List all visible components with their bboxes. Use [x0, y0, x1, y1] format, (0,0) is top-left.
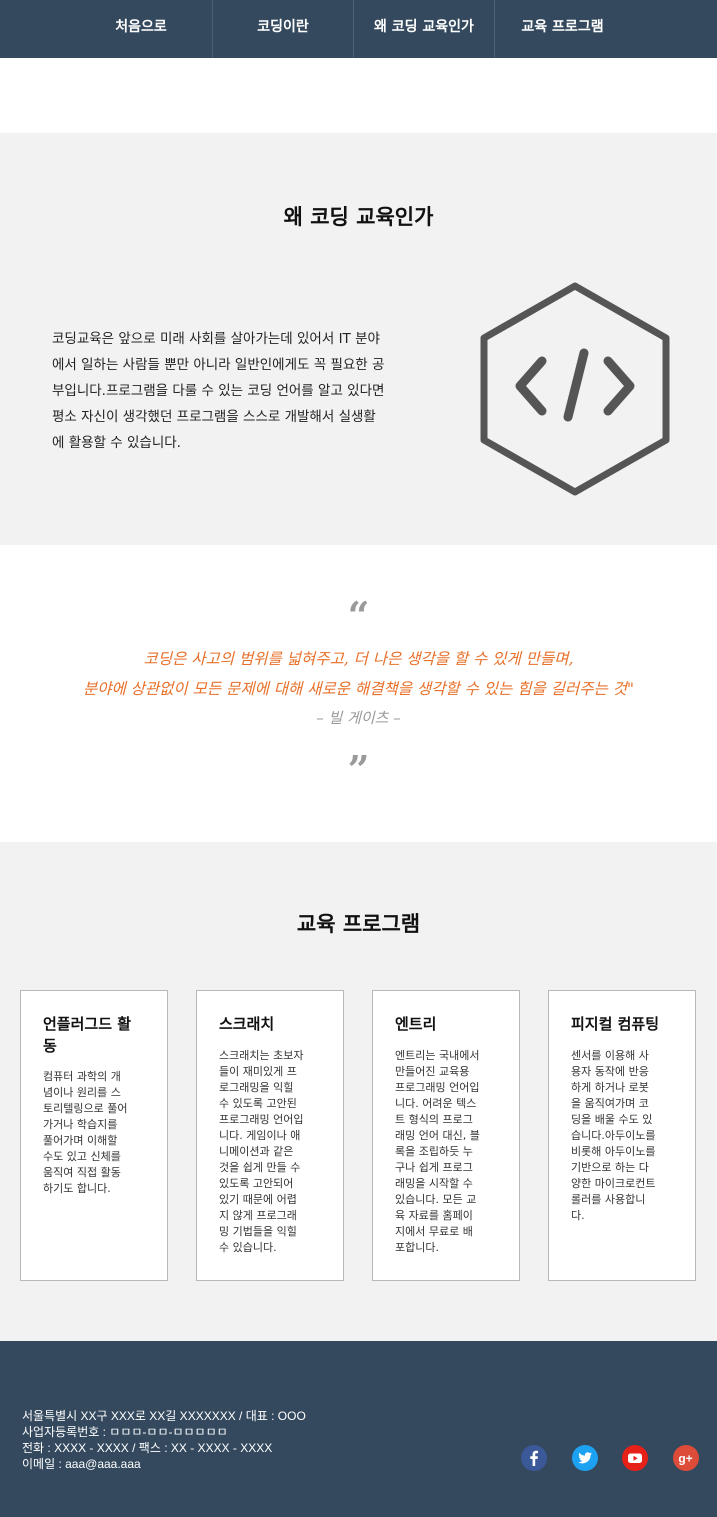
section-title: 교육 프로그램	[296, 912, 421, 936]
card-description: 센서를 이용해 사 용자 동작에 반응 하게 하거나 로봇 을 움직여가며 코 …	[571, 1048, 677, 1224]
footer-email: 이메일 : aaa@aaa.aaa	[22, 1457, 141, 1471]
card-title-line: 언플러그드 활	[43, 1015, 132, 1033]
quote-text-line: 코딩은 사고의 범위를 넓혀주고, 더 나은 생각을 할 수 있게 만들며,	[143, 650, 574, 668]
card-description-line: 용자 동작에 반응	[571, 1065, 649, 1078]
card-description-line: 움직여 직접 활동	[43, 1166, 121, 1179]
nav-item-what-is-coding[interactable]: 코딩이란	[213, 0, 354, 58]
card-description-line: 포합니다.	[395, 1241, 439, 1254]
card-description-line: 것을 쉽게 만들 수	[219, 1161, 301, 1174]
card-description-line: 롤러를 사용합니	[571, 1193, 646, 1206]
program-card-scratch[interactable]: 스크래치 스크래치는 초보자 들이 재미있게 프 로그래밍을 익힐 수 있도록 …	[196, 990, 344, 1281]
card-description-line: 밍 기법들을 익힐	[219, 1225, 297, 1238]
why-description-line: 에서 일하는 사람들 뿐만 아니라 일반인에게도 꼭 필요한 공	[52, 357, 385, 373]
footer: 서울특별시 XX구 XXX로 XX길 XXXXXXX / 대표 : OOO 사업…	[0, 1341, 717, 1517]
why-description: 코딩교육은 앞으로 미래 사회를 살아가는데 있어서 IT 분야 에서 일하는 …	[52, 326, 447, 456]
youtube-icon[interactable]	[622, 1445, 648, 1471]
section-title: 왜 코딩 교육인가	[283, 205, 434, 229]
quote-text-line: 분야에 상관없이 모든 문제에 대해 새로운 해결책을 생각할 수 있는 힘을 …	[82, 680, 635, 698]
card-description-line: 딩을 배울 수도 있	[571, 1113, 653, 1126]
card-description-line: 수 있도록 고안된	[219, 1097, 297, 1110]
card-description-line: 니다. 게임이나 애	[219, 1129, 301, 1142]
card-description-line: 풀어가며 이해할	[43, 1134, 118, 1147]
card-description-line: 있습니다. 모든 교	[395, 1193, 477, 1206]
card-description-line: 하기도 합니다.	[43, 1182, 111, 1195]
card-description-line: 토리텔링으로 풀어	[43, 1102, 128, 1115]
card-title: 엔트리	[395, 1013, 503, 1035]
card-title-line: 피지컬 컴퓨팅	[571, 1015, 660, 1033]
open-quote-icon: “	[347, 593, 370, 638]
card-description-line: 컴퓨터 과학의 개	[43, 1070, 121, 1083]
card-description-line: 스크래치는 초보자	[219, 1049, 304, 1062]
why-description-line: 코딩교육은 앞으로 미래 사회를 살아가는데 있어서 IT 분야	[52, 331, 380, 347]
footer-phone-fax: 전화 : XXXX - XXXX / 팩스 : XX - XXXX - XXXX	[22, 1441, 273, 1455]
nav-item-why-coding[interactable]: 왜 코딩 교육인가	[354, 0, 495, 58]
card-description-line: 니메이션과 같은	[219, 1145, 294, 1158]
top-navigation: 처음으로 코딩이란 왜 코딩 교육인가 교육 프로그램	[0, 0, 717, 58]
why-coding-section: 왜 코딩 교육인가 코딩교육은 앞으로 미래 사회를 살아가는데 있어서 IT …	[0, 133, 717, 545]
nav-item-home[interactable]: 처음으로	[70, 0, 213, 58]
card-description-line: 지 않게 프로그래	[219, 1209, 297, 1222]
why-description-line: 부입니다.프로그램을 다룰 수 있는 코딩 언어를 알고 있다면	[52, 383, 385, 399]
svg-text:g+: g+	[678, 1452, 692, 1466]
card-description-line: 을 움직여가며 코	[571, 1097, 649, 1110]
footer-info: 서울특별시 XX구 XXX로 XX길 XXXXXXX / 대표 : OOO 사업…	[22, 1408, 306, 1472]
card-description-line: 래밍을 시작할 수	[395, 1177, 473, 1190]
card-description-line: 들이 재미있게 프	[219, 1065, 297, 1078]
code-hexagon-icon	[480, 282, 670, 496]
card-description-line: 프로그래밍 언어입	[395, 1081, 480, 1094]
card-description-line: 하게 하거나 로봇	[571, 1081, 649, 1094]
card-description: 엔트리는 국내에서 만들어진 교육용 프로그래밍 언어입 니다. 어려운 텍스 …	[395, 1048, 501, 1256]
card-title-line: 스크래치	[219, 1015, 275, 1033]
card-description: 스크래치는 초보자 들이 재미있게 프 로그래밍을 익힐 수 있도록 고안된 프…	[219, 1048, 325, 1256]
card-description-line: 육 자료를 홈페이	[395, 1209, 473, 1222]
card-title-line: 엔트리	[395, 1015, 437, 1033]
facebook-icon[interactable]	[521, 1445, 547, 1471]
card-description-line: 념이나 원리를 스	[43, 1086, 121, 1099]
why-description-line: 평소 자신이 생각했던 프로그램을 스스로 개발해서 실생활	[52, 409, 376, 425]
card-description-line: 만들어진 교육용	[395, 1065, 470, 1078]
card-description-line: 지에서 무료로 배	[395, 1225, 473, 1238]
footer-address: 서울특별시 XX구 XXX로 XX길 XXXXXXX / 대표 : OOO	[22, 1409, 306, 1423]
quote-author: – 빌 게이츠 –	[316, 709, 401, 727]
card-description-line: 있도록 고안되어	[219, 1177, 294, 1190]
card-title: 언플러그드 활 동	[43, 1013, 151, 1057]
google-plus-icon[interactable]: g+	[673, 1445, 699, 1471]
card-description-line: 구나 쉽게 프로그	[395, 1161, 473, 1174]
card-description: 컴퓨터 과학의 개 념이나 원리를 스 토리텔링으로 풀어 가거나 학습지를 풀…	[43, 1069, 149, 1197]
card-description-line: 프로그래밍 언어입	[219, 1113, 304, 1126]
card-title-line: 동	[43, 1037, 57, 1055]
footer-business-number: 사업자등록번호 : ㅁㅁㅁ-ㅁㅁ-ㅁㅁㅁㅁㅁ	[22, 1425, 228, 1439]
card-description-line: 기반으로 하는 다	[571, 1161, 649, 1174]
close-quote-icon: ”	[347, 747, 370, 792]
program-card-physical-computing[interactable]: 피지컬 컴퓨팅 센서를 이용해 사 용자 동작에 반응 하게 하거나 로봇 을 …	[548, 990, 696, 1281]
card-description-line: 있기 때문에 어렵	[219, 1193, 297, 1206]
card-description-line: 습니다.아두이노를	[571, 1129, 656, 1142]
card-title: 스크래치	[219, 1013, 327, 1035]
card-description-line: 로그래밍을 익힐	[219, 1081, 294, 1094]
card-description-line: 트 형식의 프로그	[395, 1113, 473, 1126]
card-description-line: 비롯해 아두이노를	[571, 1145, 656, 1158]
card-description-line: 래밍 언어 대신, 블	[395, 1129, 480, 1142]
card-description-line: 니다. 어려운 텍스	[395, 1097, 477, 1110]
card-description-line: 수도 있고 신체를	[43, 1150, 121, 1163]
card-description-line: 록을 조립하듯 누	[395, 1145, 473, 1158]
card-description-line: 가거나 학습지를	[43, 1118, 118, 1131]
card-description-line: 엔트리는 국내에서	[395, 1049, 480, 1062]
card-description-line: 수 있습니다.	[219, 1241, 277, 1254]
card-description-line: 다.	[571, 1209, 585, 1222]
nav-item-programs[interactable]: 교육 프로그램	[495, 0, 630, 58]
card-description-line: 센서를 이용해 사	[571, 1049, 649, 1062]
card-title: 피지컬 컴퓨팅	[571, 1013, 679, 1035]
programs-section: 교육 프로그램 언플러그드 활 동 컴퓨터 과학의 개 념이나 원리를 스 토리…	[0, 842, 717, 1341]
card-description-line: 양한 마이크로컨트	[571, 1177, 656, 1190]
quote-section: “ 코딩은 사고의 범위를 넓혀주고, 더 나은 생각을 할 수 있게 만들며,…	[0, 545, 717, 842]
program-card-entry[interactable]: 엔트리 엔트리는 국내에서 만들어진 교육용 프로그래밍 언어입 니다. 어려운…	[372, 990, 520, 1281]
why-description-line: 에 활용할 수 있습니다.	[52, 435, 181, 451]
twitter-icon[interactable]	[572, 1445, 598, 1471]
program-card-unplugged[interactable]: 언플러그드 활 동 컴퓨터 과학의 개 념이나 원리를 스 토리텔링으로 풀어 …	[20, 990, 168, 1281]
